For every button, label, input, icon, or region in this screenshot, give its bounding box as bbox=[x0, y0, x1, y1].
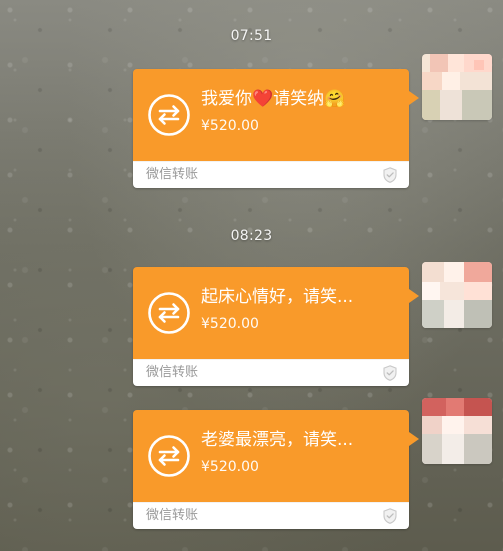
pixelated-avatar-image bbox=[422, 398, 492, 464]
heart-emoji: ❤️ bbox=[252, 89, 274, 109]
pixelated-avatar-image bbox=[422, 54, 492, 120]
transfer-card-main[interactable]: 我爱你❤️请笑纳🤗 ¥520.00 bbox=[133, 69, 409, 161]
transfer-message[interactable]: 起床心情好，请笑... ¥520.00 微信转账 bbox=[133, 267, 419, 386]
hug-emoji: 🤗 bbox=[324, 89, 346, 109]
chat-screen: { "timestamps": [ { "time": "07:51" }, {… bbox=[0, 0, 503, 551]
shield-icon bbox=[383, 365, 397, 381]
transfer-title: 老婆最漂亮，请笑... bbox=[201, 430, 354, 450]
transfer-arrows-icon bbox=[148, 292, 190, 334]
transfer-arrows-icon bbox=[148, 435, 190, 477]
shield-icon bbox=[383, 167, 397, 183]
transfer-footer-label: 微信转账 bbox=[146, 167, 199, 182]
transfer-card[interactable]: 起床心情好，请笑... ¥520.00 微信转账 bbox=[133, 267, 409, 386]
message-bubble-tail bbox=[409, 91, 419, 105]
transfer-card[interactable]: 我爱你❤️请笑纳🤗 ¥520.00 微信转账 bbox=[133, 69, 409, 188]
transfer-message[interactable]: 老婆最漂亮，请笑... ¥520.00 微信转账 bbox=[133, 410, 419, 529]
transfer-amount: ¥520.00 bbox=[201, 118, 259, 134]
shield-icon bbox=[383, 508, 397, 524]
transfer-card-main[interactable]: 老婆最漂亮，请笑... ¥520.00 bbox=[133, 410, 409, 502]
transfer-card-footer: 微信转账 bbox=[133, 359, 409, 386]
message-timestamp: 07:51 bbox=[230, 28, 273, 44]
transfer-card-main[interactable]: 起床心情好，请笑... ¥520.00 bbox=[133, 267, 409, 359]
transfer-footer-label: 微信转账 bbox=[146, 508, 199, 523]
transfer-title: 起床心情好，请笑... bbox=[201, 287, 354, 307]
user-avatar[interactable] bbox=[422, 54, 492, 120]
user-avatar[interactable] bbox=[422, 398, 492, 464]
message-bubble-tail bbox=[409, 432, 419, 446]
message-bubble-tail bbox=[409, 289, 419, 303]
transfer-card-footer: 微信转账 bbox=[133, 502, 409, 529]
transfer-title: 我爱你❤️请笑纳🤗 bbox=[201, 89, 397, 109]
transfer-card-footer: 微信转账 bbox=[133, 161, 409, 188]
transfer-title-suffix: 请笑纳 bbox=[273, 89, 325, 109]
pixelated-avatar-image bbox=[422, 262, 492, 328]
transfer-footer-label: 微信转账 bbox=[146, 365, 199, 380]
transfer-amount: ¥520.00 bbox=[201, 459, 259, 475]
user-avatar[interactable] bbox=[422, 262, 492, 328]
transfer-message[interactable]: 我爱你❤️请笑纳🤗 ¥520.00 微信转账 bbox=[133, 69, 419, 188]
transfer-title-prefix: 我爱你 bbox=[201, 89, 252, 109]
transfer-card[interactable]: 老婆最漂亮，请笑... ¥520.00 微信转账 bbox=[133, 410, 409, 529]
transfer-amount: ¥520.00 bbox=[201, 316, 259, 332]
transfer-arrows-icon bbox=[148, 94, 190, 136]
message-timestamp: 08:23 bbox=[230, 228, 273, 244]
